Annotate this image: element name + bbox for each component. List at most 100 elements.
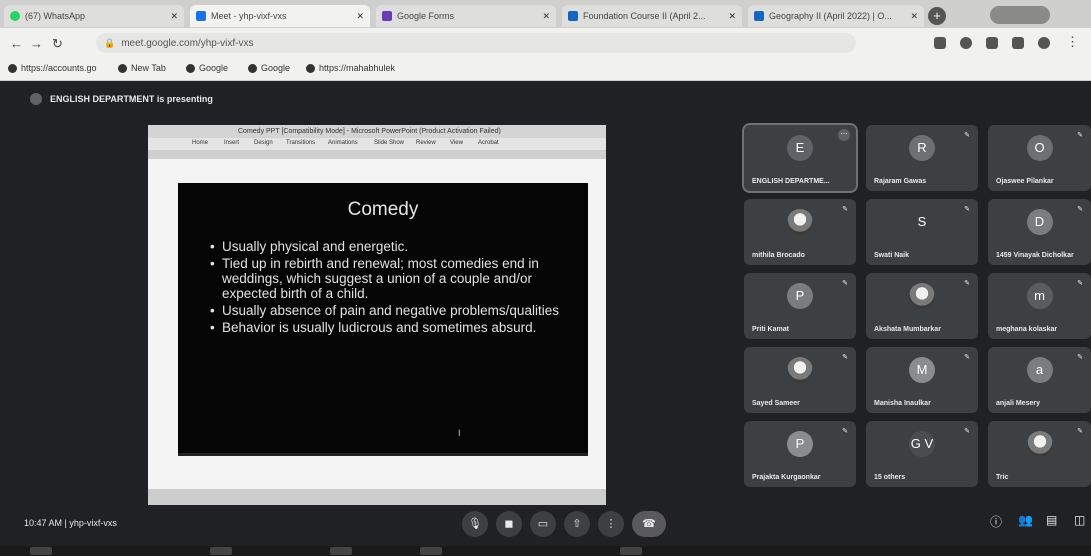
globe-icon xyxy=(118,63,127,73)
participant-name: Rajaram Gawas xyxy=(874,178,927,185)
bookmark-google[interactable]: Google xyxy=(186,63,228,73)
participant-name: Swati Naik xyxy=(874,252,910,259)
participant-tile[interactable]: G V 15 others ✎ xyxy=(866,421,978,487)
google-icon xyxy=(248,63,257,73)
participant-name: mithila Brocado xyxy=(752,252,805,259)
extension-icon[interactable] xyxy=(934,37,946,49)
puzzle-icon[interactable] xyxy=(1012,37,1024,49)
close-icon[interactable]: ✕ xyxy=(910,11,918,22)
mic-off-icon: ✎ xyxy=(1077,354,1083,361)
tab-foundation-course[interactable]: Foundation Course II (April 2... ✕ xyxy=(562,5,742,27)
reload-icon[interactable]: ↻ xyxy=(52,36,63,52)
participant-tile[interactable]: P Prajakta Kurgaonkar ✎ xyxy=(744,421,856,487)
present-icon xyxy=(30,93,42,105)
presenting-banner: ENGLISH DEPARTMENT is presenting xyxy=(30,93,213,105)
mic-off-icon: ✎ xyxy=(1077,132,1083,139)
avatar xyxy=(787,357,813,383)
mic-off-icon: ✎ xyxy=(842,280,848,287)
taskbar-icon[interactable] xyxy=(30,547,52,555)
lock-icon: 🔒 xyxy=(104,37,116,48)
activities-icon[interactable]: ◫ xyxy=(1074,513,1085,527)
close-icon[interactable]: ✕ xyxy=(356,11,364,22)
bookmark-accounts[interactable]: https://accounts.go xyxy=(8,63,97,73)
mic-button[interactable]: 🎙 xyxy=(462,511,488,537)
profile-icon[interactable] xyxy=(1038,37,1050,49)
chat-icon[interactable]: ▤ xyxy=(1046,513,1057,527)
participant-name: Priti Kamat xyxy=(752,326,789,333)
os-taskbar xyxy=(0,546,1091,556)
extension-icon[interactable] xyxy=(986,37,998,49)
participant-name: Sayed Sameer xyxy=(752,400,800,407)
info-icon[interactable]: ⓘ xyxy=(990,513,1002,530)
bookmark-google-2[interactable]: Google xyxy=(248,63,290,73)
avatar xyxy=(787,209,813,235)
close-icon[interactable]: ✕ xyxy=(170,11,178,22)
participant-tile[interactable]: S Swati Naik ✎ xyxy=(866,199,978,265)
bookmark-new-tab[interactable]: New Tab xyxy=(118,63,166,73)
back-icon[interactable]: ← xyxy=(10,36,23,51)
mic-off-icon: ✎ xyxy=(842,428,848,435)
slide: Comedy Usually physical and energetic. T… xyxy=(178,183,588,456)
mic-off-icon: ✎ xyxy=(964,132,970,139)
mic-off-icon: ✎ xyxy=(964,206,970,213)
powerpoint-title-bar: Comedy PPT [Compatibility Mode] - Micros… xyxy=(148,125,606,138)
avatar: a xyxy=(1026,357,1053,383)
avatar: S xyxy=(909,209,935,235)
avatar: E xyxy=(787,135,813,161)
participant-name: 1459 Vinayak Dicholkar xyxy=(996,252,1074,259)
text-cursor-icon: I xyxy=(458,428,461,438)
close-icon[interactable]: ✕ xyxy=(542,11,550,22)
bookmark-mahabhulek[interactable]: https://mahabhulek xyxy=(306,63,395,73)
participant-tile[interactable]: mithila Brocado ✎ xyxy=(744,199,856,265)
participant-tile[interactable]: Akshata Mumbarkar ✎ xyxy=(866,273,978,339)
new-tab-icon[interactable]: + xyxy=(928,7,946,25)
taskbar-icon[interactable] xyxy=(330,547,352,555)
menu-icon[interactable]: ⋮ xyxy=(1066,34,1079,50)
mic-off-icon: ✎ xyxy=(1077,428,1083,435)
google-icon xyxy=(186,63,195,73)
participant-tile[interactable]: M Manisha Inaulkar ✎ xyxy=(866,347,978,413)
present-button[interactable]: ⇧ xyxy=(564,511,590,537)
participant-tile[interactable]: E ENGLISH DEPARTME... ⋯ xyxy=(742,123,858,193)
globe-icon xyxy=(306,63,315,73)
captions-button[interactable]: ▭ xyxy=(530,511,556,537)
taskbar-icon[interactable] xyxy=(210,547,232,555)
taskbar-icon[interactable] xyxy=(620,547,642,555)
participant-tile[interactable]: a anjali Mesery ✎ xyxy=(988,347,1091,413)
avatar: R xyxy=(909,135,935,161)
extension-icon[interactable] xyxy=(960,37,972,49)
bookmarks-bar: https://accounts.go New Tab Google Googl… xyxy=(0,58,1091,81)
participant-tile[interactable]: R Rajaram Gawas ✎ xyxy=(866,125,978,191)
powerpoint-ribbon: Home Insert Design Transitions Animation… xyxy=(148,138,606,150)
meet-icon xyxy=(196,11,206,21)
avatar: P xyxy=(787,283,813,309)
window-controls[interactable] xyxy=(990,6,1050,24)
taskbar-icon[interactable] xyxy=(420,547,442,555)
tab-google-forms[interactable]: Google Forms ✕ xyxy=(376,5,556,27)
participant-tile[interactable]: Tric ✎ xyxy=(988,421,1091,487)
browser-tab-bar: (67) WhatsApp ✕ Meet - yhp-vixf-vxs ✕ Go… xyxy=(0,0,1091,28)
forward-icon[interactable]: → xyxy=(30,36,43,51)
participant-tile[interactable]: P Priti Kamat ✎ xyxy=(744,273,856,339)
close-icon[interactable]: ✕ xyxy=(728,11,736,22)
mic-off-icon: ✎ xyxy=(1077,206,1083,213)
camera-button[interactable]: ◼ xyxy=(496,511,522,537)
tab-whatsapp[interactable]: (67) WhatsApp ✕ xyxy=(4,5,184,27)
tab-geography[interactable]: Geography II (April 2022) | O... ✕ xyxy=(748,5,924,27)
leave-call-button[interactable]: ☎ xyxy=(632,511,666,537)
participant-tile[interactable]: D 1459 Vinayak Dicholkar ✎ xyxy=(988,199,1091,265)
slide-bullets: Usually physical and energetic. Tied up … xyxy=(208,239,578,337)
url-input[interactable]: 🔒 meet.google.com/yhp-vixf-vxs xyxy=(96,33,856,53)
bullet-item: Usually absence of pain and negative pro… xyxy=(208,303,578,318)
participant-tile[interactable]: Sayed Sameer ✎ xyxy=(744,347,856,413)
participant-tile[interactable]: O Ojaswee Pilankar ✎ xyxy=(988,125,1091,191)
participant-tile[interactable]: m meghana kolaskar ✎ xyxy=(988,273,1091,339)
tab-label: Meet - yhp-vixf-vxs xyxy=(211,11,287,21)
participant-name: 15 others xyxy=(874,474,906,481)
powerpoint-status-bar xyxy=(148,489,606,505)
people-icon[interactable]: 👥 xyxy=(1018,513,1033,527)
participant-name: ENGLISH DEPARTME... xyxy=(752,178,830,185)
tab-meet[interactable]: Meet - yhp-vixf-vxs ✕ xyxy=(190,5,370,27)
meet-call-area: ENGLISH DEPARTMENT is presenting Comedy … xyxy=(0,81,1091,556)
more-options-button[interactable]: ⋮ xyxy=(598,511,624,537)
